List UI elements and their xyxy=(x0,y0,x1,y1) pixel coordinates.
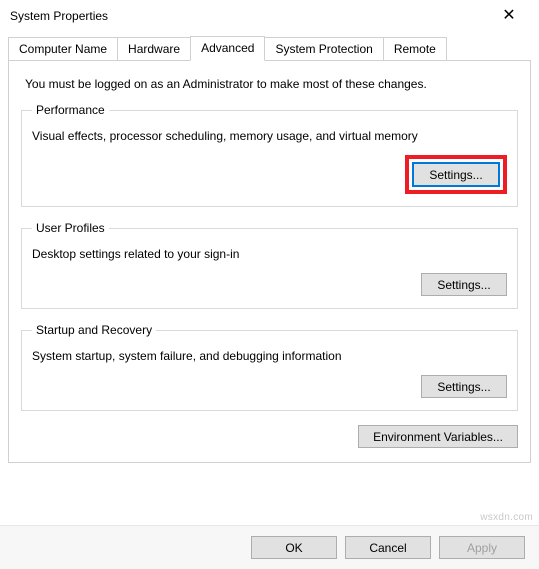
group-startup-recovery: Startup and Recovery System startup, sys… xyxy=(21,323,518,411)
tab-remote[interactable]: Remote xyxy=(383,37,447,60)
performance-settings-button[interactable]: Settings... xyxy=(413,163,499,186)
user-profiles-settings-button[interactable]: Settings... xyxy=(421,273,507,296)
startup-recovery-settings-button[interactable]: Settings... xyxy=(421,375,507,398)
tab-computer-name[interactable]: Computer Name xyxy=(8,37,118,60)
group-user-profiles-desc: Desktop settings related to your sign-in xyxy=(32,247,507,261)
close-icon[interactable]: ✕ xyxy=(489,6,529,26)
tab-panel-advanced: You must be logged on as an Administrato… xyxy=(8,60,531,463)
dialog-body: Computer Name Hardware Advanced System P… xyxy=(0,32,539,463)
group-user-profiles: User Profiles Desktop settings related t… xyxy=(21,221,518,309)
group-performance-legend: Performance xyxy=(32,103,109,117)
group-performance-desc: Visual effects, processor scheduling, me… xyxy=(32,129,507,143)
tab-system-protection[interactable]: System Protection xyxy=(264,37,383,60)
tab-strip: Computer Name Hardware Advanced System P… xyxy=(8,36,531,60)
cancel-button[interactable]: Cancel xyxy=(345,536,431,559)
window-title: System Properties xyxy=(10,9,108,23)
environment-variables-button[interactable]: Environment Variables... xyxy=(358,425,518,448)
tab-hardware[interactable]: Hardware xyxy=(117,37,191,60)
tab-advanced[interactable]: Advanced xyxy=(190,36,265,61)
apply-button[interactable]: Apply xyxy=(439,536,525,559)
watermark: wsxdn.com xyxy=(480,512,533,523)
group-performance: Performance Visual effects, processor sc… xyxy=(21,103,518,207)
admin-notice: You must be logged on as an Administrato… xyxy=(25,77,514,91)
group-startup-recovery-legend: Startup and Recovery xyxy=(32,323,156,337)
group-user-profiles-legend: User Profiles xyxy=(32,221,109,235)
titlebar: System Properties ✕ xyxy=(0,0,539,32)
ok-button[interactable]: OK xyxy=(251,536,337,559)
group-startup-recovery-desc: System startup, system failure, and debu… xyxy=(32,349,507,363)
highlight-red-box: Settings... xyxy=(405,155,507,194)
dialog-footer: OK Cancel Apply xyxy=(0,525,539,569)
